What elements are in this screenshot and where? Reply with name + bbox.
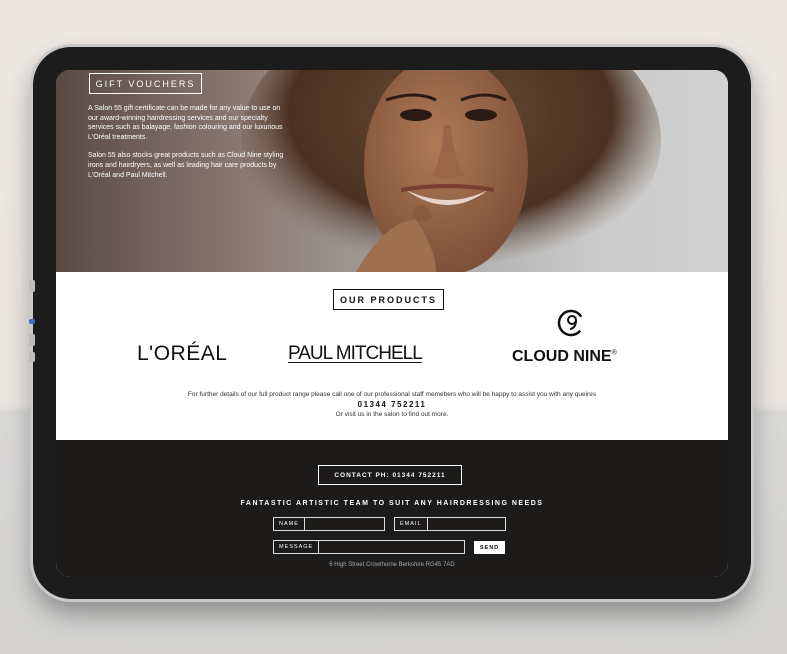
email-field[interactable]: EMAIL xyxy=(394,517,506,531)
contact-phone-button[interactable]: CONTACT PH: 01344 752211 xyxy=(318,465,462,485)
tablet-side-button xyxy=(29,334,35,346)
message-field[interactable]: MESSAGE xyxy=(273,540,465,554)
footer-contact-section: CONTACT PH: 01344 752211 FANTASTIC ARTIS… xyxy=(56,440,728,577)
gift-paragraph: A Salon 55 gift certificate can be made … xyxy=(88,105,283,141)
message-label: MESSAGE xyxy=(274,541,320,553)
loreal-logo[interactable]: L'ORÉAL xyxy=(137,342,227,366)
cloud-nine-icon xyxy=(557,309,585,337)
salon-address: 6 High Street Crowthorne Berkshire RG45 … xyxy=(329,562,455,568)
tablet-side-button xyxy=(29,352,35,362)
our-products-title: OUR PRODUCTS xyxy=(333,289,444,310)
name-label: NAME xyxy=(274,518,305,530)
screen: GIFT VOUCHERS A Salon 55 gift certificat… xyxy=(56,70,728,577)
name-field[interactable]: NAME xyxy=(273,517,385,531)
product-details-text: For further details of our full product … xyxy=(187,391,597,398)
paul-mitchell-logo[interactable]: PAUL MITCHELL xyxy=(288,343,423,365)
email-label: EMAIL xyxy=(395,518,428,530)
footer-tagline: FANTASTIC ARTISTIC TEAM TO SUIT ANY HAIR… xyxy=(240,500,544,507)
tablet-side-button xyxy=(29,280,35,292)
products-paragraph: Salon 55 also stocks great products such… xyxy=(88,152,284,179)
send-button[interactable]: SEND xyxy=(474,541,505,554)
phone-number[interactable]: 01344 752211 xyxy=(56,400,728,409)
gift-vouchers-description: A Salon 55 gift certificate can be made … xyxy=(88,104,286,189)
visit-salon-text: Or visit us in the salon to find out mor… xyxy=(335,411,449,418)
tablet-side-indicator xyxy=(29,319,35,324)
cloud-nine-text: CLOUD NINE xyxy=(512,348,612,365)
gift-vouchers-title: GIFT VOUCHERS xyxy=(89,73,202,94)
products-section: OUR PRODUCTS L'ORÉAL PAUL MITCHELL CLOUD… xyxy=(56,272,728,440)
registered-mark: ® xyxy=(611,349,617,357)
tablet-frame: GIFT VOUCHERS A Salon 55 gift certificat… xyxy=(29,47,751,599)
cloud-nine-logo[interactable]: CLOUD NINE® xyxy=(512,348,617,366)
hero-section: GIFT VOUCHERS A Salon 55 gift certificat… xyxy=(56,70,728,272)
